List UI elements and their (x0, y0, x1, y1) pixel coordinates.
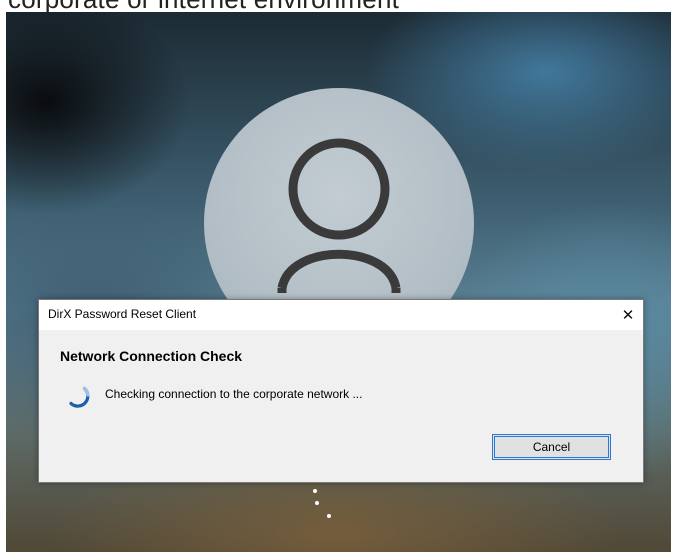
connection-status-text: Checking connection to the corporate net… (105, 387, 363, 401)
lock-screen-background: DirX Password Reset Client ✕ Network Con… (6, 12, 671, 552)
loading-dot (327, 514, 331, 518)
close-icon[interactable]: ✕ (613, 300, 643, 330)
loading-dot (313, 489, 317, 493)
loading-spinner-icon (69, 386, 90, 408)
dialog-heading: Network Connection Check (60, 348, 243, 364)
dialog-titlebar[interactable]: DirX Password Reset Client ✕ (39, 300, 643, 330)
dialog-title: DirX Password Reset Client (48, 307, 197, 321)
loading-dot (315, 501, 319, 505)
cancel-button[interactable]: Cancel (492, 434, 611, 460)
password-reset-dialog: DirX Password Reset Client ✕ Network Con… (38, 299, 644, 483)
loading-dots-icon (306, 487, 336, 527)
